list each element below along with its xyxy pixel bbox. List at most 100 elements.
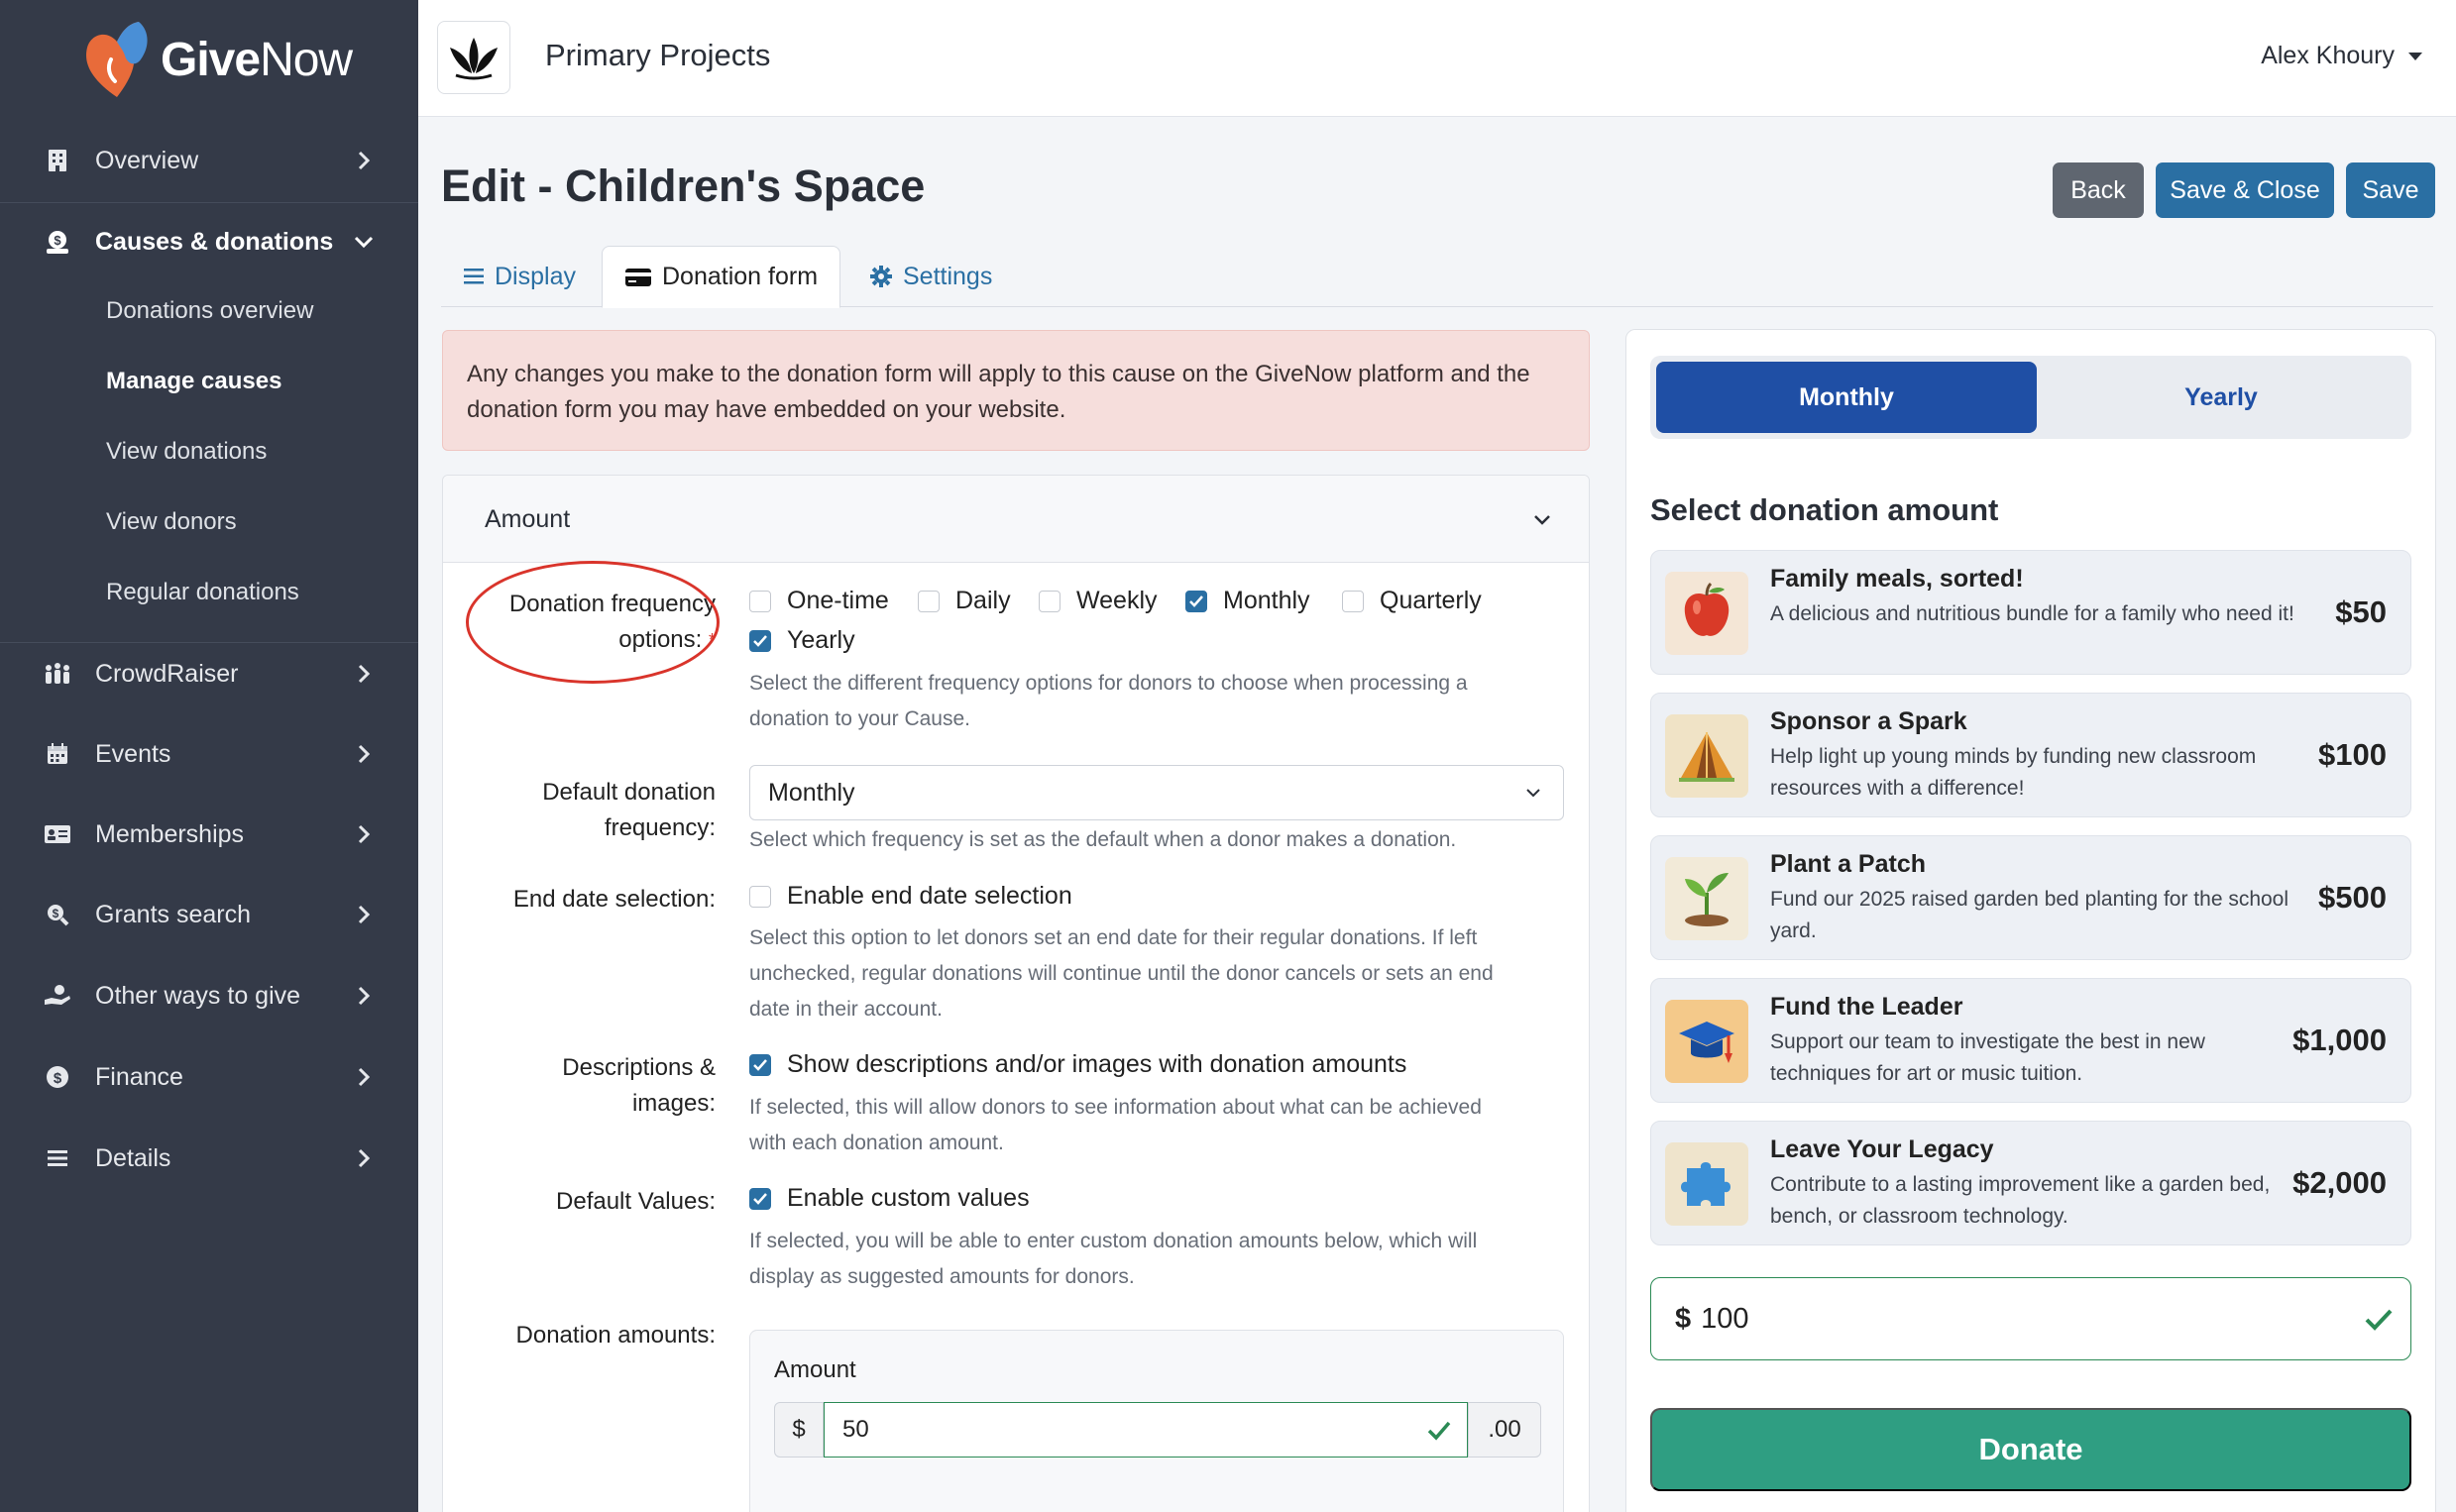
donation-option[interactable]: Family meals, sorted! A delicious and nu…	[1650, 550, 2411, 675]
checkbox[interactable]	[918, 590, 940, 612]
sidebar-item-label: Grants search	[95, 900, 252, 928]
svg-text:$: $	[54, 233, 61, 248]
sidebar-item-causes[interactable]: $ Causes & donations	[0, 212, 418, 271]
option-description: Support our team to investigate the best…	[1770, 1030, 2205, 1085]
puzzle-icon	[1665, 1142, 1748, 1226]
tab-settings[interactable]: Settings	[847, 246, 1014, 307]
frequency-checkbox-monthly[interactable]: Monthly	[1185, 587, 1310, 615]
svg-text:$: $	[53, 907, 59, 920]
check-icon	[753, 1058, 767, 1071]
option-title: Plant a Patch	[1770, 850, 1926, 878]
sidebar-subitem-view-donations[interactable]: View donations	[106, 438, 267, 466]
checkbox-checked[interactable]	[1185, 590, 1207, 612]
help-line: date in their account.	[749, 998, 943, 1021]
checkbox-checked[interactable]	[749, 629, 771, 652]
checkbox-label: Quarterly	[1380, 587, 1482, 614]
frequency-checkbox-one-time[interactable]: One-time	[749, 587, 889, 615]
project-logo[interactable]	[437, 21, 510, 94]
donation-option[interactable]: Plant a Patch Fund our 2025 raised garde…	[1650, 835, 2411, 960]
list-icon	[464, 269, 484, 284]
help-line: donation to your Cause.	[749, 707, 970, 730]
currency-prefix: $	[774, 1402, 824, 1458]
help-line: unchecked, regular donations will contin…	[749, 962, 1494, 985]
sidebar-subitem-donations-overview[interactable]: Donations overview	[106, 297, 313, 325]
sidebar-item-other-ways[interactable]: Other ways to give	[0, 966, 418, 1026]
donation-option[interactable]: Leave Your Legacy Contribute to a lastin…	[1650, 1121, 2411, 1245]
save-close-button[interactable]: Save & Close	[2156, 162, 2334, 218]
sidebar-item-overview[interactable]: Overview	[0, 131, 418, 190]
valid-check-icon	[1427, 1421, 1451, 1441]
check-icon	[753, 634, 767, 647]
select-value: Monthly	[768, 778, 855, 807]
amount-input-value: 50	[842, 1416, 869, 1443]
frequency-checkbox-weekly[interactable]: Weekly	[1039, 587, 1158, 615]
option-title: Sponsor a Spark	[1770, 707, 1967, 735]
save-button[interactable]: Save	[2346, 162, 2435, 218]
chevron-down-icon	[354, 236, 374, 249]
custom-values-checkbox[interactable]: Enable custom values	[749, 1184, 1030, 1213]
sidebar-subitem-manage-causes[interactable]: Manage causes	[106, 368, 281, 395]
donate-button[interactable]: Donate	[1650, 1408, 2411, 1491]
amount-section-header[interactable]: Amount	[443, 476, 1589, 563]
user-menu[interactable]: Alex Khoury	[2261, 42, 2422, 70]
chevron-down-icon	[1526, 789, 1540, 798]
back-button[interactable]: Back	[2053, 162, 2144, 218]
checkbox[interactable]	[1342, 590, 1364, 612]
help-line: display as suggested amounts for donors.	[749, 1265, 1135, 1288]
checkbox-checked[interactable]	[749, 1187, 771, 1210]
checkbox[interactable]	[749, 885, 771, 908]
chevron-right-icon	[358, 1148, 371, 1168]
help-line: Select this option to let donors set an …	[749, 926, 1478, 949]
checkbox[interactable]	[1039, 590, 1061, 612]
donation-option[interactable]: Fund the Leader Support our team to inve…	[1650, 978, 2411, 1103]
option-title: Fund the Leader	[1770, 993, 1963, 1021]
option-title: Leave Your Legacy	[1770, 1135, 1994, 1163]
top-bar: Primary Projects Alex Khoury	[418, 0, 2456, 117]
option-price: $1,000	[2292, 1023, 2387, 1057]
grant-search-icon: $	[44, 901, 71, 928]
valid-check-icon	[2365, 1309, 2393, 1331]
checkbox-label: One-time	[787, 587, 889, 614]
page-title: Edit - Children's Space	[441, 161, 926, 211]
divider	[0, 202, 418, 203]
checkbox[interactable]	[749, 590, 771, 612]
givenow-logo[interactable]: GiveNow	[81, 20, 353, 99]
tab-donation-form[interactable]: Donation form	[602, 246, 841, 308]
sidebar-subitem-regular-donations[interactable]: Regular donations	[106, 579, 299, 606]
amount-input[interactable]: 50	[824, 1402, 1468, 1458]
toggle-monthly[interactable]: Monthly	[1656, 362, 2037, 433]
sidebar: GiveNow Overview $ Causes & donations Do…	[0, 0, 418, 1512]
donation-icon: $	[44, 228, 71, 256]
frequency-checkbox-quarterly[interactable]: Quarterly	[1342, 587, 1482, 615]
default-frequency-help: Select which frequency is set as the def…	[749, 828, 1457, 851]
sidebar-subitem-view-donors[interactable]: View donors	[106, 508, 237, 536]
default-frequency-select[interactable]: Monthly	[749, 765, 1564, 820]
end-date-checkbox[interactable]: Enable end date selection	[749, 882, 1072, 911]
list-icon	[44, 1144, 71, 1172]
frequency-checkbox-daily[interactable]: Daily	[918, 587, 1011, 615]
option-description: Fund our 2025 raised garden bed planting…	[1770, 888, 2289, 942]
end-date-help: Select this option to let donors set an …	[749, 920, 1494, 1027]
option-description: Help light up young minds by funding new…	[1770, 745, 2257, 800]
svg-text:$: $	[54, 1070, 62, 1087]
section-title: Amount	[485, 505, 571, 533]
descriptions-label: Descriptions & images:	[319, 1050, 716, 1122]
custom-amount-input[interactable]: $ 100	[1650, 1277, 2411, 1360]
checkbox-checked[interactable]	[749, 1053, 771, 1076]
donation-option[interactable]: Sponsor a Spark Help light up young mind…	[1650, 693, 2411, 817]
frequency-checkbox-yearly[interactable]: Yearly	[749, 626, 855, 655]
tab-display[interactable]: Display	[441, 246, 598, 307]
descriptions-help: If selected, this will allow donors to s…	[749, 1090, 1482, 1161]
donation-form-preview: Monthly Yearly Select donation amount Fa…	[1625, 329, 2436, 1512]
sidebar-item-details[interactable]: Details	[0, 1129, 418, 1188]
toggle-yearly[interactable]: Yearly	[2031, 362, 2411, 433]
default-frequency-label: Default donation frequency:	[319, 775, 716, 846]
id-card-icon	[44, 820, 71, 848]
donation-amounts-label: Donation amounts:	[515, 1322, 716, 1349]
descriptions-checkbox[interactable]: Show descriptions and/or images with don…	[749, 1050, 1406, 1079]
tab-label: Donation form	[662, 263, 819, 290]
donation-amount-item: Amount $ 50 .00	[749, 1330, 1564, 1512]
option-price: $2,000	[2292, 1165, 2387, 1200]
default-frequency-label-line1: Default donation	[542, 779, 716, 806]
dollar-icon: $	[44, 1063, 71, 1091]
